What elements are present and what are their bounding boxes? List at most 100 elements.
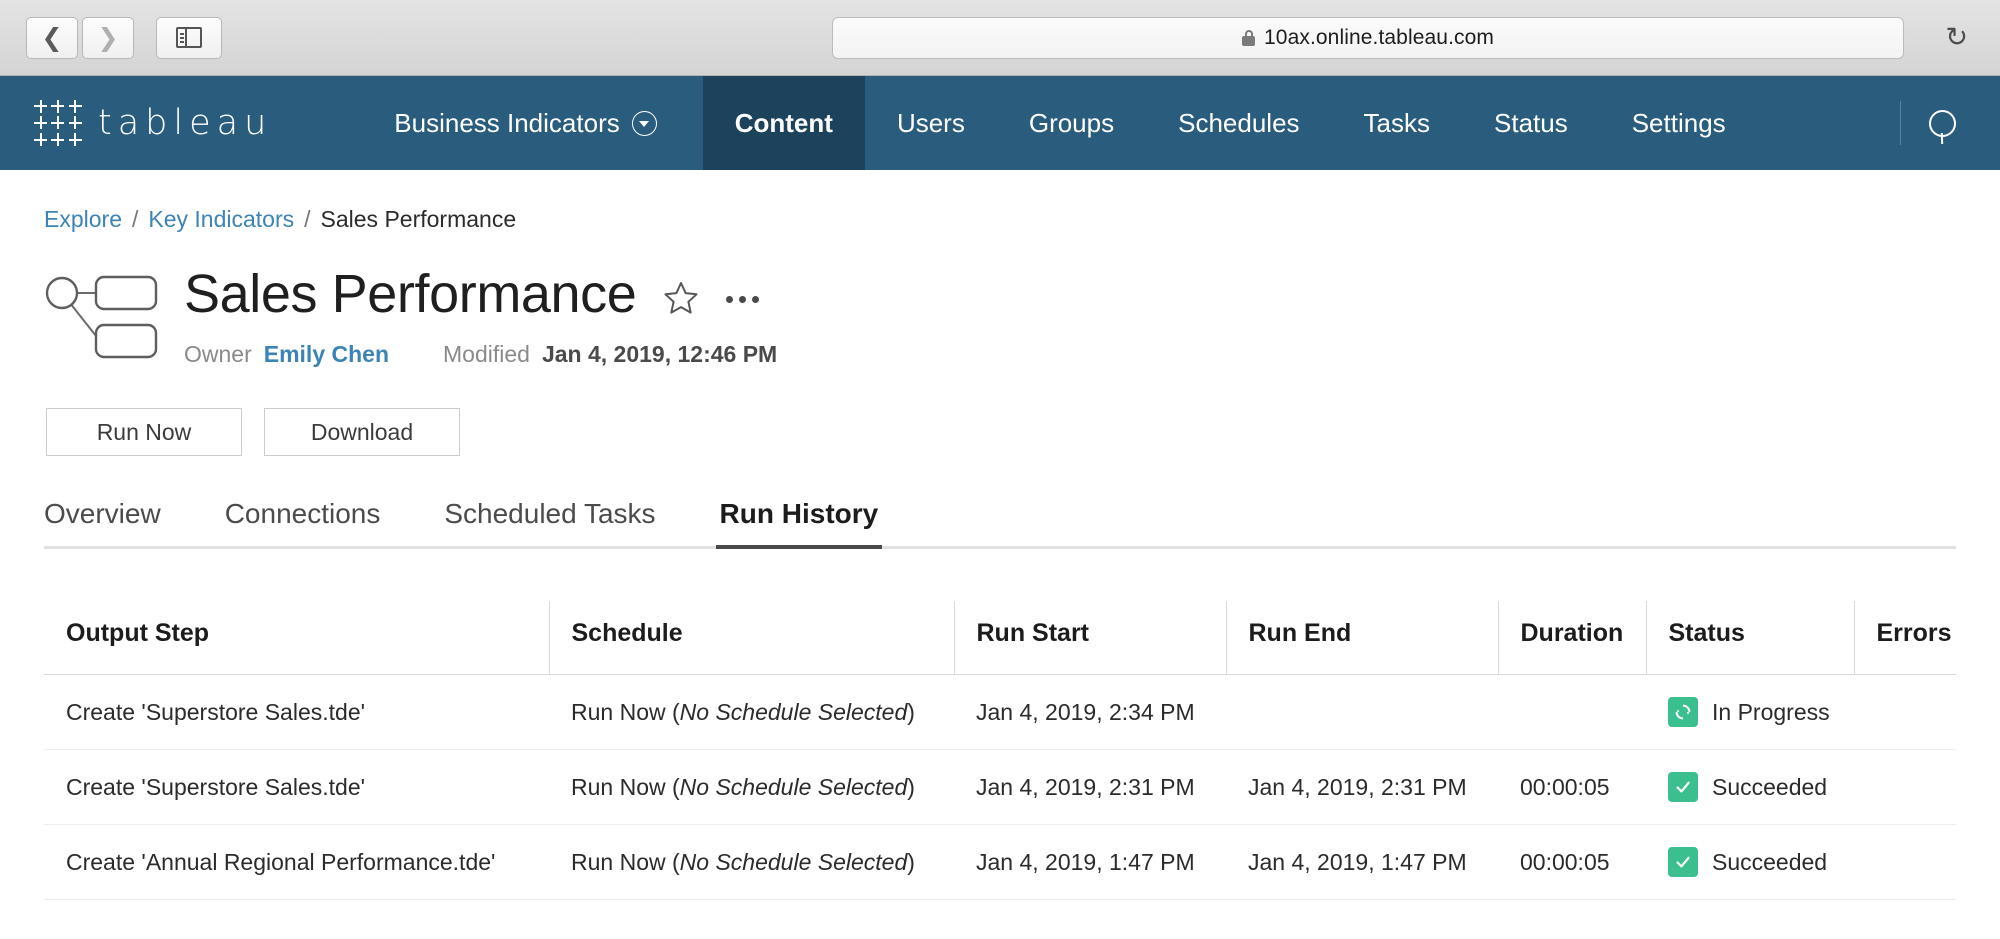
cell-run-start: Jan 4, 2019, 2:31 PM (954, 749, 1226, 825)
favorite-star-icon[interactable] (664, 281, 698, 314)
metadata-row: Owner Emily Chen Modified Jan 4, 2019, 1… (184, 341, 777, 368)
owner-link[interactable]: Emily Chen (264, 341, 389, 368)
search-icon[interactable] (1929, 109, 1956, 137)
chevron-left-icon: ❮ (41, 23, 63, 52)
owner-label: Owner (184, 341, 252, 367)
schedule-suffix: ) (907, 848, 915, 875)
cell-run-end: Jan 4, 2019, 1:47 PM (1226, 824, 1498, 900)
address-bar[interactable]: 10ax.online.tableau.com (832, 16, 1904, 59)
run-history-table-wrapper: Output Step Schedule Run Start Run End D… (44, 601, 1956, 900)
page-content: Explore / Key Indicators / Sales Perform… (0, 170, 2000, 900)
cell-schedule: Run Now (No Schedule Selected) (549, 674, 954, 750)
cell-schedule: Run Now (No Schedule Selected) (549, 824, 954, 900)
schedule-italic: No Schedule Selected (679, 698, 908, 725)
cell-run-start: Jan 4, 2019, 2:34 PM (954, 674, 1226, 750)
forward-button[interactable]: ❯ (82, 16, 134, 59)
lock-icon (1242, 29, 1256, 46)
cell-run-end (1226, 674, 1498, 750)
schedule-prefix: Run Now ( (571, 698, 680, 725)
nav-item-settings[interactable]: Settings (1600, 76, 1758, 170)
breadcrumb-item-explore[interactable]: Explore (44, 206, 122, 233)
cell-run-start: Jan 4, 2019, 1:47 PM (954, 824, 1226, 900)
check-icon (1668, 847, 1698, 877)
run-history-table: Output Step Schedule Run Start Run End D… (44, 601, 1956, 900)
nav-item-schedules[interactable]: Schedules (1146, 76, 1331, 170)
cell-schedule: Run Now (No Schedule Selected) (549, 749, 954, 825)
schedule-prefix: Run Now ( (571, 773, 680, 800)
nav-item-users[interactable]: Users (865, 76, 997, 170)
status-badge: Succeeded (1668, 772, 1854, 802)
table-row[interactable]: Create 'Superstore Sales.tde' Run Now (N… (44, 749, 1956, 825)
breadcrumb-item-key-indicators[interactable]: Key Indicators (148, 206, 294, 233)
cell-run-end: Jan 4, 2019, 2:31 PM (1226, 749, 1498, 825)
nav-links: Content Users Groups Schedules Tasks Sta… (702, 76, 1758, 170)
browser-nav-buttons: ❮ ❯ (26, 16, 134, 59)
site-selector-label: Business Indicators (394, 107, 620, 138)
schedule-suffix: ) (907, 773, 915, 800)
nav-item-label: Status (1494, 107, 1568, 138)
sidebar-toggle-button[interactable] (156, 16, 222, 59)
cell-output-step: Create 'Superstore Sales.tde' (44, 749, 549, 825)
schedule-suffix: ) (907, 698, 915, 725)
column-header-status[interactable]: Status (1646, 601, 1855, 675)
tab-run-history[interactable]: Run History (688, 498, 911, 549)
more-actions-button[interactable] (726, 295, 760, 303)
tab-overview[interactable]: Overview (44, 498, 193, 546)
nav-item-content[interactable]: Content (702, 76, 865, 170)
breadcrumb-item-current: Sales Performance (320, 206, 517, 232)
column-header-schedule[interactable]: Schedule (549, 601, 955, 675)
nav-item-groups[interactable]: Groups (997, 76, 1146, 170)
top-navigation-bar: tableau Business Indicators Content User… (0, 76, 2000, 170)
breadcrumb-separator: / (304, 206, 311, 232)
back-button[interactable]: ❮ (26, 16, 78, 59)
nav-item-tasks[interactable]: Tasks (1332, 76, 1462, 170)
cell-duration (1498, 674, 1646, 750)
column-header-run-end[interactable]: Run End (1226, 601, 1499, 675)
tab-scheduled-tasks[interactable]: Scheduled Tasks (412, 498, 687, 546)
title-row: Sales Performance (184, 263, 777, 325)
cell-output-step: Create 'Annual Regional Performance.tde' (44, 824, 549, 900)
title-block: Sales Performance Owner Emily Chen Modif… (44, 259, 1956, 368)
cell-duration: 00:00:05 (1498, 824, 1646, 900)
status-label: In Progress (1712, 698, 1830, 725)
column-header-run-start[interactable]: Run Start (954, 601, 1227, 675)
url-text: 10ax.online.tableau.com (1264, 25, 1494, 49)
nav-item-label: Schedules (1178, 107, 1300, 138)
nav-divider (1900, 101, 1901, 145)
chevron-down-icon (631, 110, 657, 136)
column-header-output-step[interactable]: Output Step (44, 601, 550, 675)
status-label: Succeeded (1712, 773, 1828, 800)
sidebar-icon (176, 27, 202, 48)
tableau-plus-grid-icon (32, 98, 84, 148)
column-header-duration[interactable]: Duration (1498, 601, 1647, 675)
tab-connections[interactable]: Connections (193, 498, 413, 546)
cell-duration: 00:00:05 (1498, 749, 1646, 825)
browser-chrome: ❮ ❯ 10ax.online.tableau.com ↻ (0, 0, 2000, 76)
chevron-right-icon: ❯ (97, 23, 119, 52)
modified-value: Jan 4, 2019, 12:46 PM (541, 341, 778, 367)
cell-status: Succeeded (1646, 824, 1854, 900)
cell-status: Succeeded (1646, 749, 1854, 825)
cell-errors (1854, 824, 1956, 900)
nav-right-group (1886, 76, 2000, 170)
refresh-icon (1668, 697, 1698, 727)
content-tabs: Overview Connections Scheduled Tasks Run… (44, 498, 1956, 549)
reload-button[interactable]: ↻ (1945, 24, 1968, 51)
column-header-errors[interactable]: Errors (1854, 601, 1956, 675)
status-badge: Succeeded (1668, 847, 1854, 877)
status-badge: In Progress (1668, 697, 1854, 727)
schedule-prefix: Run Now ( (571, 848, 680, 875)
site-selector[interactable]: Business Indicators (358, 76, 692, 170)
table-header: Output Step Schedule Run Start Run End D… (44, 601, 1956, 675)
schedule-italic: No Schedule Selected (679, 773, 908, 800)
check-icon (1668, 772, 1698, 802)
table-row[interactable]: Create 'Annual Regional Performance.tde'… (44, 824, 1956, 900)
cell-errors (1854, 749, 1956, 825)
table-row[interactable]: Create 'Superstore Sales.tde' Run Now (N… (44, 674, 1956, 750)
nav-item-status[interactable]: Status (1462, 76, 1600, 170)
page-title: Sales Performance (184, 264, 637, 324)
download-button[interactable]: Download (264, 408, 460, 456)
table-header-row: Output Step Schedule Run Start Run End D… (44, 601, 1956, 675)
tableau-logo[interactable]: tableau (0, 76, 290, 170)
run-now-button[interactable]: Run Now (46, 408, 242, 456)
